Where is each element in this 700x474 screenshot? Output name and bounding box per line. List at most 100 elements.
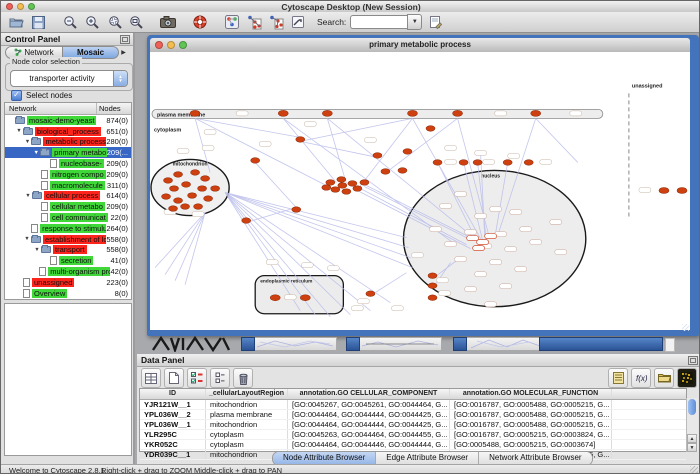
formula-builder-icon[interactable]: f(x) xyxy=(631,368,651,388)
expand-arrow-icon[interactable]: ▼ xyxy=(15,128,23,134)
tree-row-cellular-process[interactable]: ▼cellular process614(0) xyxy=(5,191,131,202)
expand-arrow-icon[interactable]: ▼ xyxy=(24,193,32,199)
heatmap-matrix-icon[interactable] xyxy=(677,368,697,388)
network-view-window[interactable]: primary metabolic process plasma membran… xyxy=(147,35,699,336)
table-row[interactable]: YKR052Ccytoplasm[GO:0044464, GO:0044446,… xyxy=(140,440,686,450)
network-window-titlebar[interactable]: primary metabolic process xyxy=(150,38,690,53)
tree-row-label: secretion xyxy=(59,256,93,265)
minimized-window[interactable] xyxy=(346,337,442,351)
tree-row-label: Overview xyxy=(32,289,67,298)
tree-column-network: Network xyxy=(5,103,97,114)
table-row[interactable]: YLR295Ccytoplasm[GO:0045263, GO:0044464,… xyxy=(140,430,686,440)
minimized-window[interactable] xyxy=(241,337,337,351)
control-panel-title: Control Panel xyxy=(5,34,60,44)
tree-row-metabolic-process[interactable]: ▼metabolic process280(0) xyxy=(5,137,131,148)
zoom-fit-icon[interactable] xyxy=(127,14,145,31)
tree-row-count: 41(0) xyxy=(110,256,131,265)
tree-row-count: 209(0) xyxy=(106,159,131,168)
layout-icon-1[interactable] xyxy=(245,14,263,31)
attribute-batch-editor-icon[interactable] xyxy=(187,368,207,388)
expand-arrow-icon[interactable]: ▼ xyxy=(23,236,31,242)
tree-row-primary-metabolic[interactable]: ▼primary metabo209(... xyxy=(5,147,131,158)
float-panel-icon[interactable] xyxy=(120,35,130,44)
file-icon xyxy=(23,289,30,298)
snapshot-camera-icon[interactable] xyxy=(159,14,177,31)
scrollbar-thumb[interactable] xyxy=(688,399,696,415)
tree-row-cell-communication[interactable]: cell communicat22(0) xyxy=(5,212,131,223)
select-attributes-icon[interactable] xyxy=(141,368,161,388)
table-row[interactable]: YPL036W__1mitochondrion[GO:0044464, GO:0… xyxy=(140,420,686,430)
import-attributes-folder-icon[interactable] xyxy=(654,368,674,388)
tree-row-overview[interactable]: Overview8(0) xyxy=(5,288,131,299)
tree-row-secretion[interactable]: secretion 41(0) xyxy=(5,255,131,266)
layout-icon-2[interactable] xyxy=(267,14,285,31)
cell-id: YPL036W__2 xyxy=(140,410,206,419)
tree-row-cellular-metabolic[interactable]: cellular metabo209(0) xyxy=(5,201,131,212)
svg-text:f(x): f(x) xyxy=(636,374,648,383)
zoom-in-icon[interactable] xyxy=(83,14,101,31)
svg-text:endoplasmic reticulum: endoplasmic reticulum xyxy=(260,279,312,285)
zoom-selected-region-icon[interactable] xyxy=(105,14,123,31)
scroll-up-icon[interactable]: ▲ xyxy=(687,434,697,443)
tree-row-nucleobase[interactable]: nucleobase-209(0) xyxy=(5,158,131,169)
cell-id: YDR039C__1 xyxy=(140,450,206,459)
strip-resize-grip[interactable] xyxy=(665,338,675,352)
tab-scroll-right-icon[interactable]: ▶ xyxy=(119,49,128,56)
import-network-icon[interactable] xyxy=(289,14,307,31)
delete-attribute-trash-icon[interactable] xyxy=(233,368,253,388)
region-label-cytoplasm: cytoplasm xyxy=(154,127,181,133)
select-nodes-checkbox[interactable]: ✓ xyxy=(11,90,22,101)
import-annotation-icon[interactable] xyxy=(426,14,444,31)
vizmapper-icon[interactable] xyxy=(223,14,241,31)
file-icon xyxy=(41,170,48,179)
tree-row-nitrogen-compound[interactable]: nitrogen compo209(0) xyxy=(5,169,131,180)
create-attribute-icon[interactable] xyxy=(164,368,184,388)
data-panel-toolbar: f(x) xyxy=(141,367,697,389)
node-color-combobox[interactable]: transporter activity ▲▼ xyxy=(10,70,128,87)
tree-row-establishment-of-localization[interactable]: ▼establishment of lo558(0) xyxy=(5,234,131,245)
tree-row-multi-organism-process[interactable]: multi-organism pro42(0) xyxy=(5,266,131,277)
expand-arrow-icon[interactable]: ▼ xyxy=(33,247,41,253)
cell-id: YKR052C xyxy=(140,440,206,449)
tree-row-mosaic-demo-yeast[interactable]: mosaic-demo-yeast874(0) xyxy=(5,115,131,126)
folder-icon xyxy=(15,117,25,124)
open-file-icon[interactable] xyxy=(7,14,25,31)
help-lifering-icon[interactable] xyxy=(191,14,209,31)
table-scrollbar[interactable]: ▲ ▼ xyxy=(686,398,698,452)
combobox-arrows-icon[interactable]: ▲▼ xyxy=(113,71,127,86)
expand-arrow-icon[interactable]: ▼ xyxy=(23,139,31,145)
table-row[interactable]: YJR121W__1mitochondrion[GO:0045267, GO:0… xyxy=(140,400,686,410)
scroll-down-icon[interactable]: ▼ xyxy=(687,443,697,452)
tree-row-count: 209(0) xyxy=(106,170,131,179)
minimized-window-icon xyxy=(346,337,360,351)
minimized-network-thumbnail[interactable] xyxy=(151,336,235,352)
label-settings-icon[interactable] xyxy=(608,368,628,388)
main-toolbar: Search: ▼ xyxy=(1,12,700,33)
zoom-out-icon[interactable] xyxy=(61,14,79,31)
minimized-window-selected[interactable] xyxy=(539,337,663,351)
tree-row-transport[interactable]: ▼transport558(0) xyxy=(5,245,131,256)
birdseye-view-panel[interactable] xyxy=(4,303,132,456)
expand-arrow-icon[interactable]: ▼ xyxy=(32,150,40,156)
search-input[interactable] xyxy=(350,15,407,29)
column-header-layout-region: _cellularLayoutRegion xyxy=(206,389,288,399)
table-row[interactable]: YPL036W__2plasma membrane[GO:0044464, GO… xyxy=(140,410,686,420)
data-panel: Data Panel f(x) xyxy=(137,354,700,464)
window-resize-grip[interactable] xyxy=(682,324,689,331)
save-session-icon[interactable] xyxy=(29,14,47,31)
tree-row-count: 22(0) xyxy=(110,213,131,222)
tree-row-response-to-stimulus[interactable]: response to stimulu264(0) xyxy=(5,223,131,234)
float-panel-icon[interactable] xyxy=(688,356,698,365)
tree-row-unassigned[interactable]: unassigned223(0) xyxy=(5,277,131,288)
search-dropdown-icon[interactable]: ▼ xyxy=(407,14,422,30)
tree-row-label: transport xyxy=(53,245,87,254)
app-resize-grip[interactable] xyxy=(690,466,698,474)
file-icon xyxy=(41,202,48,211)
network-view-title: primary metabolic process xyxy=(150,40,690,49)
tree-row-biological-process[interactable]: ▼biological_process651(0) xyxy=(5,126,131,137)
tree-row-macromolecule[interactable]: macromolecule311(0) xyxy=(5,180,131,191)
network-canvas[interactable]: plasma membrane cytoplasm unassigned mit… xyxy=(150,52,690,330)
cell-component: [GO:0044464, GO:0044446, GO:0044444, G..… xyxy=(288,440,450,449)
attribute-list-icon[interactable] xyxy=(210,368,230,388)
minimized-window[interactable] xyxy=(453,337,549,351)
